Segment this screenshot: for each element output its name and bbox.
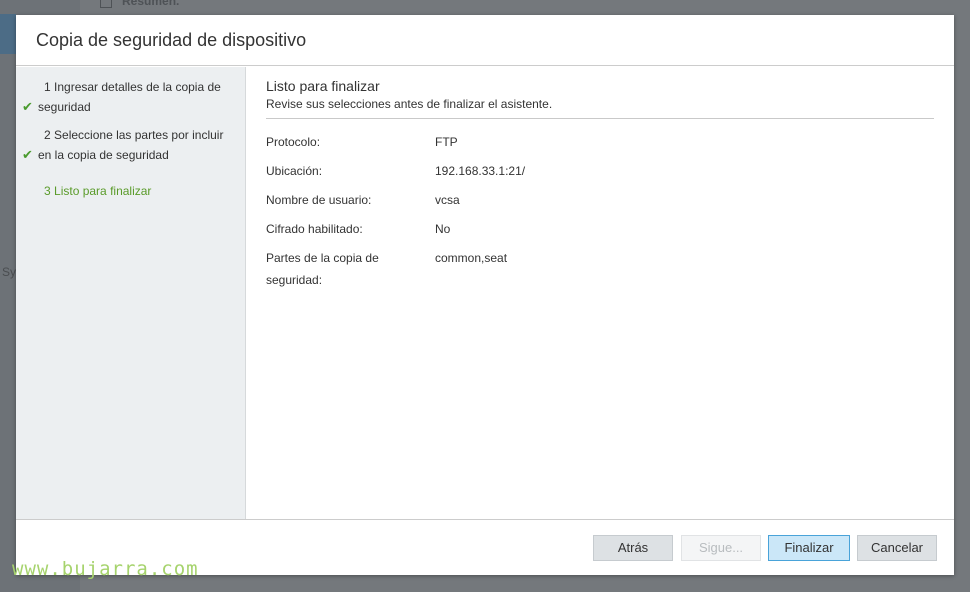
step-label: Listo para finalizar <box>54 184 152 198</box>
step-label: Seleccione las partes por incluir en la … <box>38 128 224 162</box>
background-sidebar-accent <box>0 14 16 54</box>
dialog-title: Copia de seguridad de dispositivo <box>36 30 307 50</box>
field-label: Partes de la copia de seguridad: <box>266 251 379 287</box>
dialog-header: Copia de seguridad de dispositivo <box>16 15 954 66</box>
background-summary-tab: Resumen. <box>100 0 179 8</box>
watermark: www.bujarra.com <box>12 558 199 580</box>
step-number: 3 <box>44 184 51 198</box>
content-divider <box>266 118 934 119</box>
field-value: 192.168.33.1:21/ <box>435 164 526 178</box>
checkmark-icon: ✔ <box>22 147 33 162</box>
step-number: 1 <box>44 80 51 94</box>
field-label: Protocolo: <box>266 135 321 149</box>
back-button[interactable]: Atrás <box>593 535 673 561</box>
summary-icon <box>100 0 112 8</box>
field-label: Nombre de usuario: <box>266 193 372 207</box>
field-value: common,seat <box>435 251 508 265</box>
cancel-button[interactable]: Cancelar <box>857 535 937 561</box>
next-button[interactable]: Sigue... <box>681 535 761 561</box>
content-subtitle: Revise sus selecciones antes de finaliza… <box>266 97 553 111</box>
wizard-step-1[interactable]: ✔ 1 Ingresar detalles de la copia de seg… <box>22 77 233 117</box>
field-value: FTP <box>435 135 458 149</box>
wizard-step-2[interactable]: ✔ 2 Seleccione las partes por incluir en… <box>22 125 233 165</box>
field-value: vcsa <box>435 193 460 207</box>
backup-dialog: Copia de seguridad de dispositivo ✔ 1 In… <box>16 15 954 575</box>
step-number: 2 <box>44 128 51 142</box>
step-label: Ingresar detalles de la copia de segurid… <box>38 80 221 114</box>
content-title: Listo para finalizar <box>266 78 380 94</box>
field-label: Ubicación: <box>266 164 323 178</box>
background-summary-label: Resumen. <box>122 0 180 8</box>
background-left-text: Sy <box>2 265 17 279</box>
finish-button[interactable]: Finalizar <box>768 535 850 561</box>
wizard-content: Listo para finalizar Revise sus seleccio… <box>266 77 934 287</box>
field-value: No <box>435 222 451 236</box>
wizard-steps: ✔ 1 Ingresar detalles de la copia de seg… <box>16 67 246 519</box>
checkmark-icon: ✔ <box>22 99 33 114</box>
field-label: Cifrado habilitado: <box>266 222 363 236</box>
wizard-step-3[interactable]: 3 Listo para finalizar <box>38 181 233 201</box>
